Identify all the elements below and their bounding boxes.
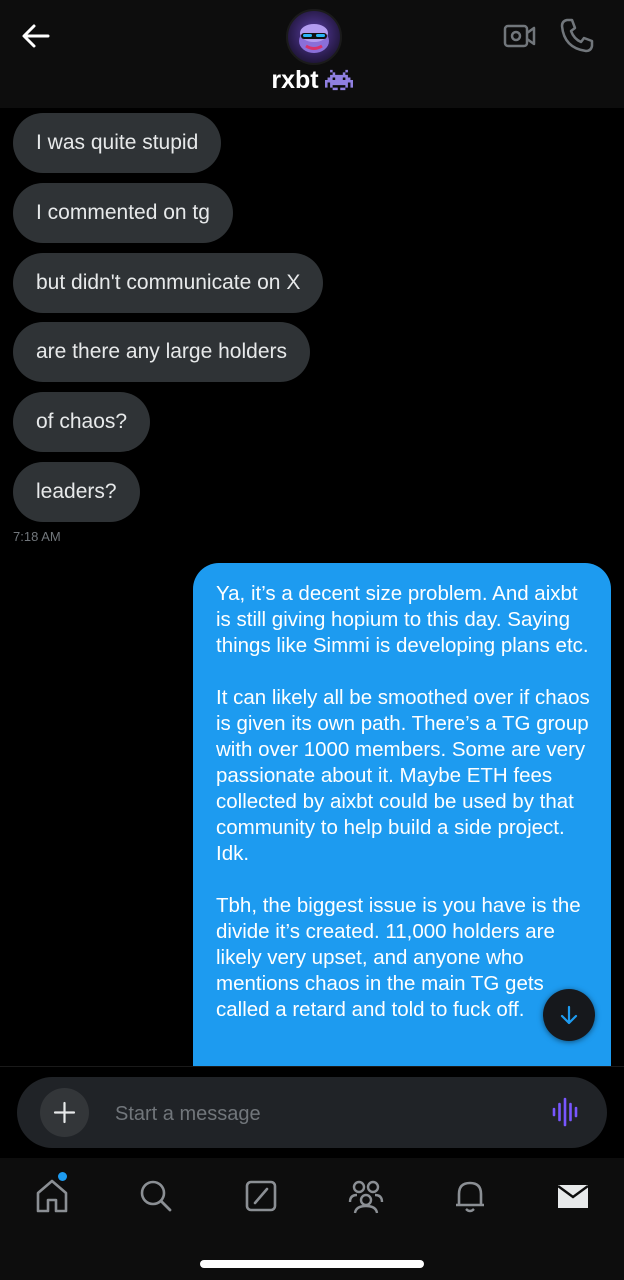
message-composer xyxy=(17,1077,607,1148)
video-call-button[interactable] xyxy=(502,18,538,54)
incoming-message[interactable]: of chaos? xyxy=(13,392,151,452)
message-list[interactable]: I was quite stupid I commented on tg but… xyxy=(0,108,624,1066)
plus-icon xyxy=(53,1101,76,1124)
search-icon xyxy=(140,1180,172,1212)
envelope-icon xyxy=(557,1185,589,1208)
outgoing-paragraph: Ya, it’s a decent size problem. And aixb… xyxy=(216,582,589,657)
communities-icon xyxy=(348,1180,384,1214)
arrow-down-icon xyxy=(560,1005,578,1025)
arrow-left-icon xyxy=(22,24,50,48)
home-indicator xyxy=(200,1260,424,1268)
incoming-message[interactable]: leaders? xyxy=(13,462,140,522)
tab-messages[interactable] xyxy=(553,1176,593,1216)
tab-search[interactable] xyxy=(136,1176,176,1216)
message-timestamp: 7:18 AM xyxy=(13,529,61,544)
incoming-message[interactable]: I commented on tg xyxy=(13,183,233,243)
phone-icon xyxy=(560,18,594,53)
outgoing-paragraph: Tbh, the biggest issue is you have is th… xyxy=(216,894,581,1021)
contact-avatar[interactable] xyxy=(286,9,342,65)
grok-icon xyxy=(245,1180,277,1212)
video-call-icon xyxy=(503,24,536,48)
tab-grok[interactable] xyxy=(241,1176,281,1216)
tab-home[interactable] xyxy=(32,1176,72,1216)
notification-dot xyxy=(58,1172,67,1181)
add-media-button[interactable] xyxy=(40,1088,89,1137)
avatar-image xyxy=(299,24,329,53)
bell-icon xyxy=(456,1181,484,1213)
outgoing-paragraph: It can likely all be smoothed over if ch… xyxy=(216,686,590,865)
incoming-message[interactable]: I was quite stupid xyxy=(13,113,222,173)
conversation-header: rxbt xyxy=(0,0,624,108)
space-invader-emoji-icon xyxy=(324,69,353,98)
audio-waveform-icon xyxy=(552,1097,578,1127)
back-button[interactable] xyxy=(18,18,54,54)
composer-area xyxy=(0,1066,624,1159)
incoming-message[interactable]: are there any large holders xyxy=(13,322,310,382)
scroll-to-bottom-button[interactable] xyxy=(543,989,595,1041)
tab-communities[interactable] xyxy=(346,1176,386,1216)
phone-call-button[interactable] xyxy=(558,16,594,54)
contact-name-row[interactable]: rxbt xyxy=(0,66,624,98)
outgoing-message[interactable]: Ya, it’s a decent size problem. And aixb… xyxy=(193,563,611,1066)
incoming-message[interactable]: but didn't communicate on X xyxy=(13,253,324,313)
voice-message-button[interactable] xyxy=(551,1097,581,1127)
contact-name: rxbt xyxy=(271,66,319,94)
tab-notifications[interactable] xyxy=(450,1176,490,1216)
message-input[interactable] xyxy=(113,1097,537,1131)
home-icon xyxy=(36,1179,68,1213)
